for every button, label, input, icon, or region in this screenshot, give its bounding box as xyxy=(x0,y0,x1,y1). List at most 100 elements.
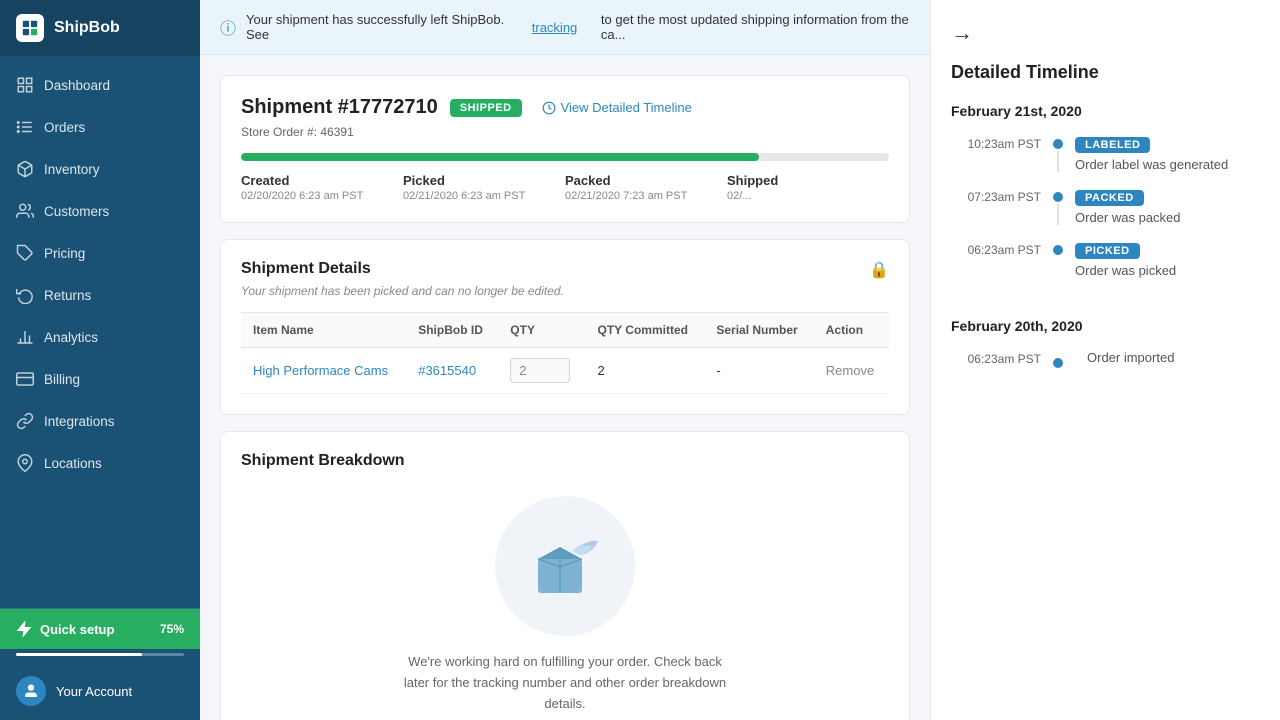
sidebar-item-pricing[interactable]: Pricing xyxy=(0,232,200,274)
remove-button[interactable]: Remove xyxy=(826,363,874,378)
list-icon xyxy=(16,118,34,136)
sidebar-item-inventory[interactable]: Inventory xyxy=(0,148,200,190)
shipment-card: Shipment #17772710 SHIPPED View Detailed… xyxy=(220,75,910,223)
timeline-date-heading-feb21: February 21st, 2020 xyxy=(951,103,1260,119)
serial-number-value: - xyxy=(704,348,813,394)
event-content-imported: Order imported xyxy=(1087,350,1260,368)
sidebar-item-label: Dashboard xyxy=(44,78,110,93)
quick-setup-item[interactable]: Quick setup 75% xyxy=(0,609,200,649)
flying-box-svg xyxy=(520,521,610,611)
picked-badge: PICKED xyxy=(1075,243,1140,259)
step-date: 02/20/2020 6:23 am PST xyxy=(241,190,403,202)
info-icon: ⓘ xyxy=(220,15,236,39)
view-timeline-button[interactable]: View Detailed Timeline xyxy=(542,100,692,115)
breakdown-empty-text: We're working hard on fulfilling your or… xyxy=(395,652,735,714)
your-account-item[interactable]: Your Account xyxy=(0,662,200,720)
store-order-number: 46391 xyxy=(320,125,353,139)
view-timeline-label: View Detailed Timeline xyxy=(561,100,692,115)
col-serial-number: Serial Number xyxy=(704,313,813,348)
step-label: Shipped xyxy=(727,173,889,188)
store-order-label: Store Order #: xyxy=(241,125,317,139)
shipbob-id-link[interactable]: #3615540 xyxy=(418,363,476,378)
refresh-icon xyxy=(16,286,34,304)
sidebar-item-dashboard[interactable]: Dashboard xyxy=(0,64,200,106)
event-desc-imported: Order imported xyxy=(1087,350,1260,365)
details-header: Shipment Details 🔒 xyxy=(241,260,889,280)
shipped-badge: SHIPPED xyxy=(450,99,522,117)
event-dot-col xyxy=(1053,188,1063,225)
timeline-icon xyxy=(542,101,556,115)
col-shipbob-id: ShipBob ID xyxy=(406,313,498,348)
quick-setup-percent: 75% xyxy=(160,622,184,636)
step-shipped: Shipped 02/... xyxy=(727,173,889,202)
alert-banner: ⓘ Your shipment has successfully left Sh… xyxy=(200,0,930,55)
panel-close-button[interactable]: → xyxy=(951,20,1260,46)
event-desc-labeled: Order label was generated xyxy=(1075,157,1260,172)
sidebar-item-billing[interactable]: Billing xyxy=(0,358,200,400)
shipment-header: Shipment #17772710 SHIPPED View Detailed… xyxy=(241,96,889,119)
alert-text: Your shipment has successfully left Ship… xyxy=(246,12,508,42)
breakdown-empty-state: We're working hard on fulfilling your or… xyxy=(241,486,889,720)
step-packed: Packed 02/21/2020 7:23 am PST xyxy=(565,173,727,202)
col-qty: QTY xyxy=(498,313,585,348)
progress-track xyxy=(241,153,889,161)
store-order-info: Store Order #: 46391 xyxy=(241,125,889,139)
bar-chart-icon xyxy=(16,328,34,346)
sidebar-item-label: Integrations xyxy=(44,414,115,429)
quick-setup-progress-bar xyxy=(16,653,184,656)
quick-setup-label: Quick setup xyxy=(40,622,114,637)
progress-fill xyxy=(241,153,759,161)
event-time-labeled: 10:23am PST xyxy=(951,135,1041,172)
timeline-event-imported: 06:23am PST Order imported xyxy=(951,350,1260,368)
avatar xyxy=(16,676,46,706)
labeled-badge: LABELED xyxy=(1075,137,1150,153)
step-picked: Picked 02/21/2020 6:23 am PST xyxy=(403,173,565,202)
packed-badge: PACKED xyxy=(1075,190,1144,206)
shipment-details-table: Item Name ShipBob ID QTY QTY Committed S… xyxy=(241,312,889,394)
item-name-link[interactable]: High Performace Cams xyxy=(253,363,388,378)
timeline-date-heading-feb20: February 20th, 2020 xyxy=(951,318,1260,334)
sidebar-item-label: Billing xyxy=(44,372,80,387)
tag-icon xyxy=(16,244,34,262)
event-time-imported: 06:23am PST xyxy=(951,350,1041,368)
event-dot xyxy=(1053,245,1063,255)
col-item-name: Item Name xyxy=(241,313,406,348)
col-action: Action xyxy=(814,313,889,348)
sidebar-item-label: Pricing xyxy=(44,246,85,261)
your-account-label: Your Account xyxy=(56,684,132,699)
sidebar-item-locations[interactable]: Locations xyxy=(0,442,200,484)
breakdown-illustration xyxy=(495,496,635,636)
step-date: 02/21/2020 7:23 am PST xyxy=(565,190,727,202)
sidebar-item-label: Orders xyxy=(44,120,85,135)
shipbob-logo-icon xyxy=(16,14,44,42)
timeline-steps: Created 02/20/2020 6:23 am PST Picked 02… xyxy=(241,173,889,202)
qty-input[interactable] xyxy=(510,358,570,383)
table-header-row: Item Name ShipBob ID QTY QTY Committed S… xyxy=(241,313,889,348)
sidebar-item-orders[interactable]: Orders xyxy=(0,106,200,148)
sidebar-item-label: Inventory xyxy=(44,162,100,177)
sidebar-item-label: Analytics xyxy=(44,330,98,345)
sidebar-brand-name: ShipBob xyxy=(54,19,120,37)
sidebar-item-integrations[interactable]: Integrations xyxy=(0,400,200,442)
timeline-event-picked: 06:23am PST PICKED Order was picked xyxy=(951,241,1260,278)
event-desc-packed: Order was packed xyxy=(1075,210,1260,225)
link-icon xyxy=(16,412,34,430)
sidebar-item-label: Customers xyxy=(44,204,109,219)
sidebar-item-label: Locations xyxy=(44,456,102,471)
event-content-packed: PACKED Order was packed xyxy=(1075,188,1260,225)
shipment-title: Shipment #17772710 xyxy=(241,96,438,119)
sidebar-item-returns[interactable]: Returns xyxy=(0,274,200,316)
shipment-breakdown-card: Shipment Breakdown xyxy=(220,431,910,720)
sidebar-item-customers[interactable]: Customers xyxy=(0,190,200,232)
event-desc-picked: Order was picked xyxy=(1075,263,1260,278)
tracking-link[interactable]: tracking xyxy=(532,20,578,35)
users-icon xyxy=(16,202,34,220)
sidebar-item-analytics[interactable]: Analytics xyxy=(0,316,200,358)
content-area: Shipment #17772710 SHIPPED View Detailed… xyxy=(200,55,930,720)
lock-icon: 🔒 xyxy=(869,260,889,280)
event-dot xyxy=(1053,139,1063,149)
box-icon xyxy=(16,160,34,178)
sidebar-logo[interactable]: ShipBob xyxy=(0,0,200,56)
sidebar-bottom: Quick setup 75% Your Account xyxy=(0,608,200,720)
timeline-events-feb21: 10:23am PST LABELED Order label was gene… xyxy=(951,135,1260,294)
